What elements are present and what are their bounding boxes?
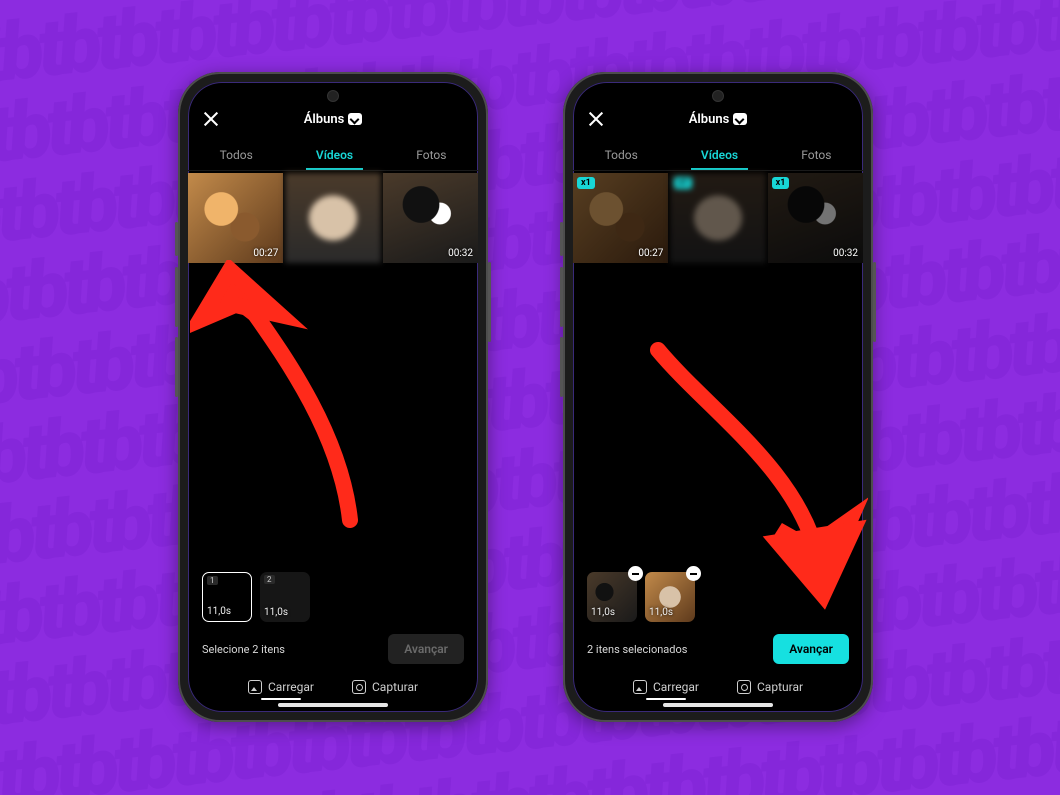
tab-videos[interactable]: Vídeos — [306, 142, 363, 168]
app-title: Álbuns — [304, 112, 345, 127]
video-thumbnail[interactable]: 00:32 — [383, 173, 478, 263]
chevron-down-icon — [348, 113, 362, 125]
camera-icon — [352, 680, 366, 694]
video-duration: 00:32 — [833, 248, 858, 259]
android-nav-bar[interactable] — [663, 703, 773, 707]
selection-slot[interactable]: 2 11,0s — [260, 572, 310, 622]
video-thumbnail[interactable]: x1 00:32 — [768, 173, 863, 263]
phone-side-button — [175, 337, 178, 397]
albums-dropdown[interactable]: Álbuns — [304, 112, 363, 127]
video-duration: 00:32 — [448, 248, 473, 259]
phone-side-button — [175, 222, 178, 256]
phone-screen: Álbuns Todos Vídeos Fotos 00:27 — [188, 82, 478, 712]
tab-all[interactable]: Todos — [210, 142, 263, 168]
app-header: Álbuns — [573, 82, 863, 136]
phone-screen: Álbuns Todos Vídeos Fotos x1 00:27 — [573, 82, 863, 712]
bottom-tab-load[interactable]: Carregar — [633, 680, 699, 694]
phone-side-button — [175, 267, 178, 327]
video-duration: 00:27 — [253, 248, 278, 259]
background-pattern: tbtbtbtbtbtbtbtbtbtbtbtbtbtbtbtbtbtbtbtb… — [0, 0, 1060, 795]
media-tabs: Todos Vídeos Fotos — [573, 136, 863, 168]
bottom-tab-capture[interactable]: Capturar — [352, 680, 418, 694]
tab-photos[interactable]: Fotos — [406, 142, 456, 168]
bottom-tab-label: Capturar — [372, 680, 418, 694]
bottom-tab-label: Carregar — [268, 680, 314, 694]
slot-index: 2 — [264, 575, 275, 584]
remove-icon[interactable] — [628, 566, 643, 581]
phone-side-button — [873, 262, 876, 342]
camera-icon — [737, 680, 751, 694]
phone-side-button — [560, 267, 563, 327]
selection-slot[interactable]: 11,0s — [645, 572, 695, 622]
selection-tray: 11,0s 11,0s — [573, 572, 863, 628]
video-thumbnail[interactable]: x1 — [670, 173, 765, 263]
bottom-tab-load[interactable]: Carregar — [248, 680, 314, 694]
selection-status: 2 itens selecionados — [587, 643, 687, 656]
app-title: Álbuns — [689, 112, 730, 127]
selection-badge: x1 — [674, 177, 692, 189]
chevron-down-icon — [733, 113, 747, 125]
media-tabs: Todos Vídeos Fotos — [188, 136, 478, 168]
gallery-icon — [248, 680, 262, 694]
video-grid: 00:27 00:32 — [188, 171, 478, 265]
slot-duration: 11,0s — [207, 606, 231, 617]
close-icon[interactable] — [202, 110, 220, 128]
status-row: Selecione 2 itens Avançar — [188, 628, 478, 674]
slot-index: 1 — [207, 576, 218, 585]
remove-icon[interactable] — [686, 566, 701, 581]
selection-tray: 1 11,0s 2 11,0s — [188, 572, 478, 628]
app-header: Álbuns — [188, 82, 478, 136]
gallery-icon — [633, 680, 647, 694]
video-grid: x1 00:27 x1 x1 00:32 — [573, 171, 863, 265]
status-row: 2 itens selecionados Avançar — [573, 628, 863, 674]
phone-side-button — [560, 337, 563, 397]
video-thumbnail[interactable]: 00:27 — [188, 173, 283, 263]
phone-mock-left: Álbuns Todos Vídeos Fotos 00:27 — [178, 72, 488, 722]
selection-status: Selecione 2 itens — [202, 643, 285, 656]
tutorial-canvas: tbtbtbtbtbtbtbtbtbtbtbtbtbtbtbtbtbtbtbtb… — [0, 0, 1060, 795]
selection-slot[interactable]: 1 11,0s — [202, 572, 252, 622]
close-icon[interactable] — [587, 110, 605, 128]
phone-mock-right: Álbuns Todos Vídeos Fotos x1 00:27 — [563, 72, 873, 722]
tab-videos[interactable]: Vídeos — [691, 142, 748, 168]
android-nav-bar[interactable] — [278, 703, 388, 707]
advance-button[interactable]: Avançar — [388, 634, 464, 664]
video-thumbnail[interactable] — [285, 173, 380, 263]
tab-photos[interactable]: Fotos — [791, 142, 841, 168]
tab-all[interactable]: Todos — [595, 142, 648, 168]
slot-duration: 11,0s — [264, 607, 288, 618]
slot-duration: 11,0s — [649, 607, 673, 618]
bottom-tab-label: Carregar — [653, 680, 699, 694]
bottom-tab-capture[interactable]: Capturar — [737, 680, 803, 694]
albums-dropdown[interactable]: Álbuns — [689, 112, 748, 127]
video-thumbnail[interactable]: x1 00:27 — [573, 173, 668, 263]
phone-side-button — [560, 222, 563, 256]
selection-badge: x1 — [772, 177, 790, 189]
advance-button[interactable]: Avançar — [773, 634, 849, 664]
slot-duration: 11,0s — [591, 607, 615, 618]
selection-slot[interactable]: 11,0s — [587, 572, 637, 622]
video-duration: 00:27 — [638, 248, 663, 259]
phone-side-button — [488, 262, 491, 342]
bottom-tab-label: Capturar — [757, 680, 803, 694]
selection-badge: x1 — [577, 177, 595, 189]
